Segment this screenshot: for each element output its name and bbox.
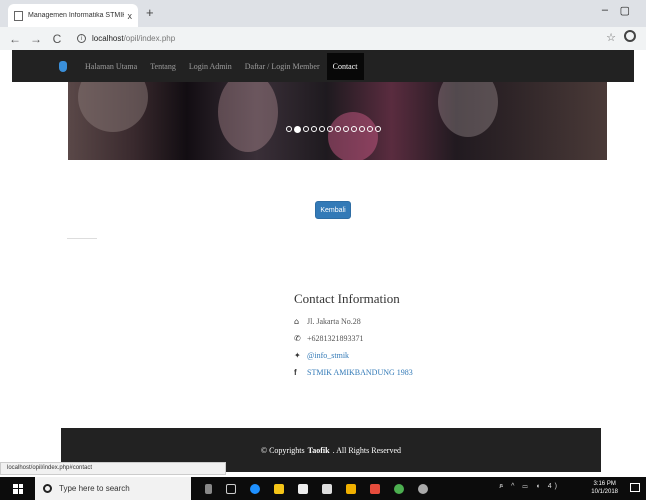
facebook-link[interactable]: STMIK AMIKBANDUNG 1983 [307, 368, 413, 377]
sublime-icon[interactable] [346, 483, 356, 494]
carousel-indicators [286, 125, 381, 133]
new-tab-button[interactable]: + [146, 5, 154, 20]
task-view-icon[interactable] [226, 483, 236, 494]
reload-icon[interactable]: C [51, 32, 63, 46]
account-icon[interactable] [624, 30, 636, 42]
facebook-icon: f [294, 368, 297, 377]
brand-shield-icon[interactable] [59, 60, 67, 72]
footer-author: Taofik [307, 445, 330, 455]
cortana-icon [43, 484, 52, 493]
carousel-indicator[interactable] [286, 126, 292, 132]
carousel-photo-area [218, 82, 278, 152]
twitter-icon: ✦ [294, 351, 301, 360]
carousel-photo-area [78, 82, 148, 132]
site-info-icon[interactable]: i [77, 34, 86, 43]
restore-button[interactable]: ▢ [620, 4, 630, 17]
clock-date: 10/1/2018 [591, 489, 618, 495]
minimize-button[interactable]: – [602, 4, 608, 16]
store-icon[interactable] [298, 483, 308, 494]
contact-phone: ✆ +6281321893371 [294, 330, 413, 347]
nav-halaman-utama[interactable]: Halaman Utama [85, 62, 137, 71]
carousel-indicator[interactable] [294, 125, 301, 133]
page-icon [14, 10, 23, 21]
status-bar-url: localhost/opil/index.php#contact [0, 462, 226, 475]
contact-section: Contact Information ⌂ Jl. Jakarta No.28 … [294, 291, 413, 381]
mail-icon[interactable] [322, 483, 332, 494]
carousel-indicator[interactable] [343, 126, 349, 132]
footer-suffix: . All Rights Reserved [332, 445, 402, 455]
kembali-button[interactable]: Kembali [315, 201, 351, 219]
edge-icon[interactable] [250, 483, 260, 494]
divider [67, 238, 97, 239]
taskbar-search[interactable]: Type here to search [35, 477, 191, 500]
chrome-icon[interactable] [394, 483, 404, 494]
address-bar[interactable]: localhost/opil/index.php [92, 34, 175, 43]
taskbar-search-placeholder: Type here to search [59, 484, 130, 493]
url-host: localhost [92, 34, 124, 43]
contact-heading: Contact Information [294, 291, 400, 306]
browser-chrome: Managemen Informatika STMIK : x + – ▢ ← … [0, 0, 646, 50]
back-arrow-icon[interactable]: ← [9, 32, 21, 46]
contact-twitter: ✦ @info_stmik [294, 347, 413, 364]
nav-contact[interactable]: Contact [326, 52, 364, 80]
notification-icon[interactable] [630, 483, 640, 492]
footer-prefix: © Copyrights [260, 445, 305, 455]
carousel-indicator[interactable] [303, 126, 309, 132]
carousel-indicator[interactable] [311, 126, 317, 132]
contact-facebook: f STMIK AMIKBANDUNG 1983 [294, 364, 413, 381]
browser-toolbar: ← → C i localhost/opil/index.php ☆ [0, 27, 646, 50]
windows-taskbar: Type here to search ጾ ^ ▭ ◖ 4) 3:16 PM 1… [0, 477, 646, 500]
twitter-link[interactable]: @info_stmik [307, 351, 349, 360]
system-tray-icons[interactable]: ጾ ^ ▭ ◖ 4) [499, 483, 560, 491]
address-text: Jl. Jakarta No.28 [307, 317, 361, 326]
carousel-indicator[interactable] [327, 126, 333, 132]
carousel-indicator[interactable] [351, 126, 357, 132]
hero-carousel [68, 82, 607, 160]
bookmark-star-icon[interactable]: ☆ [606, 31, 616, 44]
carousel-photo-area [328, 112, 378, 160]
clock-time: 3:16 PM [593, 481, 616, 487]
microphone-icon[interactable] [205, 483, 212, 494]
tab-close-icon[interactable]: x [128, 11, 133, 21]
site-navbar: Halaman Utama Tentang Login Admin Daftar… [12, 50, 634, 82]
tab-strip: Managemen Informatika STMIK : x + – ▢ [0, 0, 646, 27]
browser-tab[interactable]: Managemen Informatika STMIK : x [8, 4, 138, 27]
contact-address: ⌂ Jl. Jakarta No.28 [294, 313, 413, 330]
forward-arrow-icon[interactable]: → [30, 32, 42, 46]
carousel-indicator[interactable] [359, 126, 365, 132]
carousel-indicator[interactable] [319, 126, 325, 132]
carousel-indicator[interactable] [335, 126, 341, 132]
carousel-photo-area [438, 82, 498, 137]
carousel-indicator[interactable] [367, 126, 373, 132]
clock[interactable]: 3:16 PM 10/1/2018 [591, 480, 618, 496]
home-icon: ⌂ [294, 317, 300, 326]
phone-text: +6281321893371 [307, 334, 364, 343]
app-icon[interactable] [418, 483, 428, 494]
phone-icon: ✆ [294, 334, 301, 343]
file-explorer-icon[interactable] [274, 483, 284, 494]
tab-title: Managemen Informatika STMIK : [28, 12, 124, 19]
nav-daftar-login-member[interactable]: Daftar / Login Member [245, 62, 320, 71]
carousel-indicator[interactable] [375, 126, 381, 132]
windows-start-icon[interactable] [13, 483, 23, 494]
xampp-icon[interactable] [370, 483, 380, 494]
nav-tentang[interactable]: Tentang [150, 62, 176, 71]
url-path: /opil/index.php [123, 34, 176, 43]
nav-login-admin[interactable]: Login Admin [189, 62, 232, 71]
